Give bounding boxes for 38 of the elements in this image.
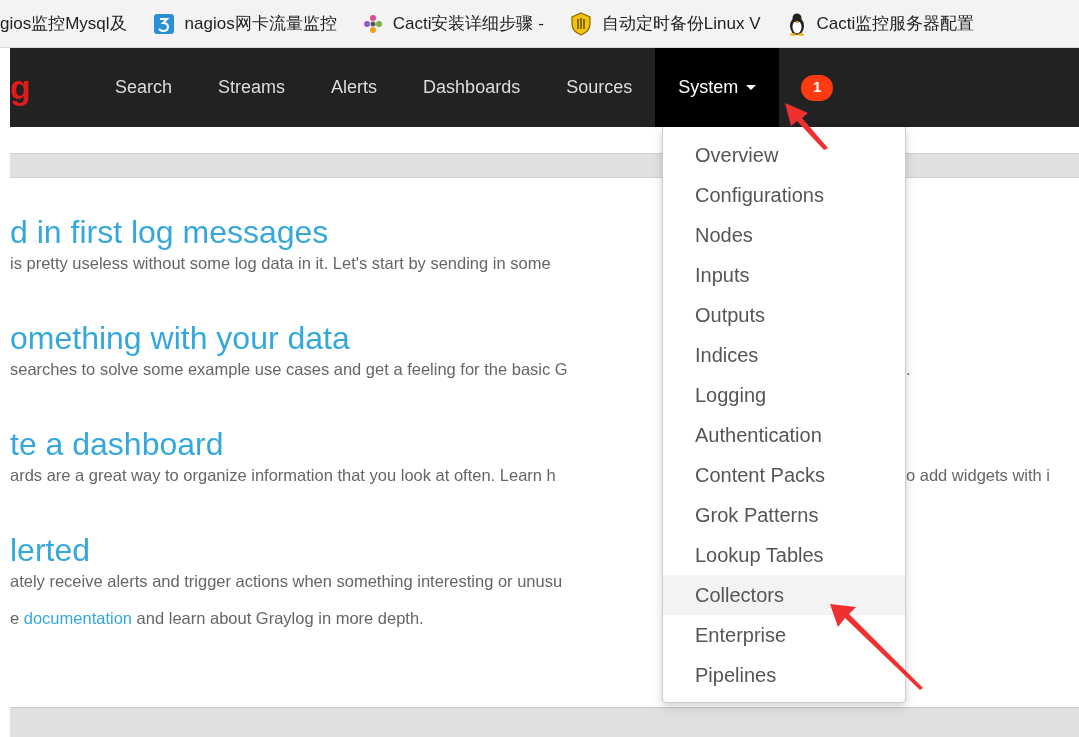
menu-item[interactable]: Content Packs	[663, 455, 905, 495]
menu-item[interactable]: Nodes	[663, 215, 905, 255]
section-text: ately receive alerts and trigger actions when something interesting or unusu	[10, 571, 564, 592]
menu-item[interactable]: Overview	[663, 135, 905, 175]
section-text: searches to solve some example use cases and get a feeling for the basic G	[10, 359, 569, 380]
menu-item[interactable]: Collectors	[663, 575, 905, 615]
menu-item[interactable]: Enterprise	[663, 615, 905, 655]
flower-icon	[362, 13, 383, 34]
menu-item[interactable]: Configurations	[663, 175, 905, 215]
nav-link[interactable]: Alerts	[308, 48, 401, 127]
nav-link[interactable]: Streams	[195, 48, 309, 127]
bookmark-link[interactable]: 自动定时备份Linux V	[601, 10, 761, 37]
menu-item[interactable]: Outputs	[663, 295, 905, 335]
section-text: .	[906, 359, 912, 380]
menu-item[interactable]: Pipelines	[663, 655, 905, 695]
menu-item[interactable]: Authentication	[663, 415, 905, 455]
annotation-arrow	[785, 103, 828, 150]
nav-link[interactable]: System	[655, 48, 780, 127]
number-icon	[152, 12, 175, 35]
nav-link[interactable]: Sources	[543, 48, 656, 127]
section-text: o add widgets with i	[906, 465, 1051, 486]
bookmark-link[interactable]: Cacti监控服务器配置	[816, 10, 975, 37]
nav-link[interactable]: Search	[92, 48, 196, 127]
footer-text: e	[10, 609, 21, 627]
bookmark-link[interactable]: gios监控Mysql及	[0, 10, 127, 37]
nav-link[interactable]: Dashboards	[400, 48, 544, 127]
bookmark-link[interactable]: nagios网卡流量监控	[184, 10, 337, 37]
notification-badge[interactable]: 1	[801, 74, 834, 101]
menu-item[interactable]: Indices	[663, 335, 905, 375]
footer-text: and learn about Graylog in more depth.	[135, 609, 424, 627]
menu-item[interactable]: Lookup Tables	[663, 535, 905, 575]
shield-icon	[569, 11, 592, 36]
menu-item[interactable]: Grok Patterns	[663, 495, 905, 535]
bookmark-link[interactable]: Cacti安装详细步骤 -	[392, 10, 544, 37]
menu-item[interactable]: Inputs	[663, 255, 905, 295]
menu-item[interactable]: Logging	[663, 375, 905, 415]
section-text: ards are a great way to organize information that you look at often. Learn h	[10, 465, 557, 486]
section-text: is pretty useless without some log data in it. Let's start by sending in some	[10, 253, 552, 274]
